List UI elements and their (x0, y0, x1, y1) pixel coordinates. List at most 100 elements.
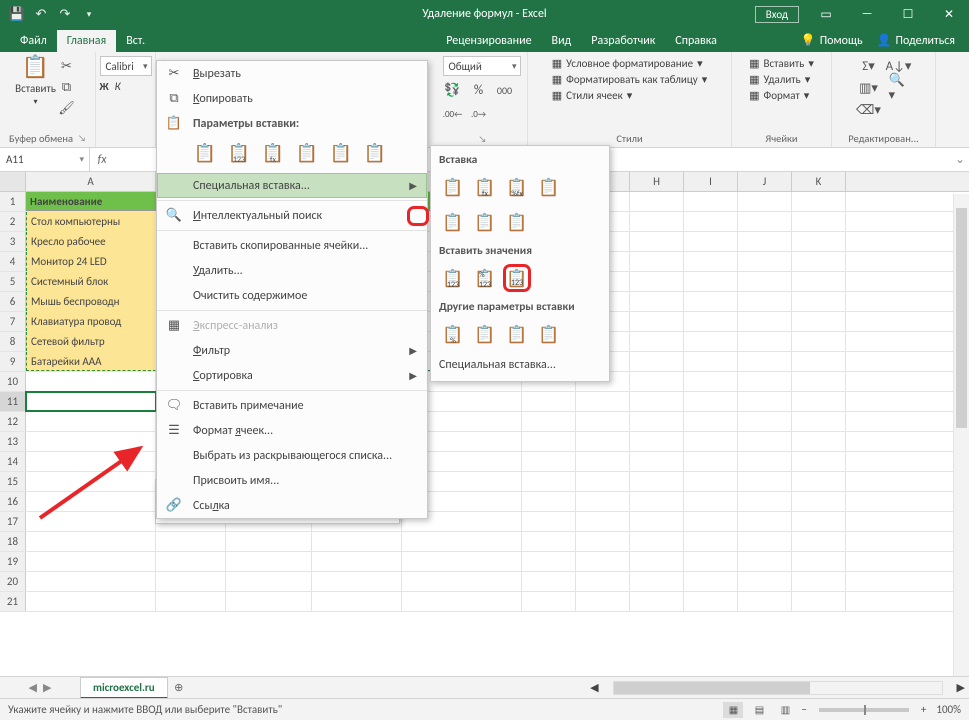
paste-transpose-icon[interactable]: 📋 (503, 208, 531, 236)
cell[interactable] (630, 252, 684, 271)
col-header[interactable]: J (738, 172, 792, 191)
tab-help[interactable]: Справка (665, 30, 727, 52)
row-header[interactable]: 4 (0, 252, 26, 271)
save-icon[interactable]: 💾 (6, 3, 28, 25)
paste-formatting-icon[interactable]: 📋% (439, 320, 467, 348)
view-pagebreak-icon[interactable]: ▥ (775, 702, 795, 718)
paste-button[interactable]: 📋Вставить▾ (19, 56, 53, 108)
fx-icon[interactable]: fx (90, 153, 114, 167)
row-header[interactable]: 12 (0, 412, 26, 431)
cell[interactable] (792, 212, 846, 231)
row-header[interactable]: 15 (0, 472, 26, 491)
cell[interactable] (630, 412, 684, 431)
conditional-formatting-button[interactable]: ▦ Условное форматирование ▾ (548, 56, 707, 71)
tab-insert[interactable]: Вст... (116, 30, 146, 52)
col-header[interactable]: H (630, 172, 684, 191)
cell[interactable] (312, 532, 402, 551)
cell[interactable] (684, 472, 738, 491)
zoom-level[interactable]: 100% (936, 703, 961, 716)
cell[interactable] (738, 232, 792, 251)
row-header[interactable]: 16 (0, 492, 26, 511)
cell[interactable] (630, 472, 684, 491)
format-painter-icon[interactable]: 🖌 (57, 98, 77, 118)
row-header[interactable]: 17 (0, 512, 26, 531)
cell[interactable] (738, 192, 792, 211)
cell[interactable] (26, 592, 156, 611)
number-format-select[interactable]: Общий (443, 56, 521, 76)
clear-icon[interactable]: ⌫▾ (859, 100, 879, 120)
cell[interactable] (522, 552, 576, 571)
cell[interactable] (738, 452, 792, 471)
cell[interactable] (792, 572, 846, 591)
paste-values-icon[interactable]: 📋123 (225, 139, 253, 167)
cell[interactable] (684, 512, 738, 531)
paste-source-fmt-icon[interactable]: 📋 (535, 173, 563, 201)
cell[interactable] (26, 532, 156, 551)
cell[interactable] (576, 512, 630, 531)
cell[interactable] (522, 452, 576, 471)
cell[interactable]: Мышь беспроводн (26, 292, 156, 311)
cell[interactable] (738, 352, 792, 371)
cell[interactable] (738, 492, 792, 511)
cell[interactable] (312, 572, 402, 591)
cell[interactable] (522, 412, 576, 431)
cell[interactable] (792, 432, 846, 451)
submenu-paste-special-link[interactable]: Специальная вставка... (431, 353, 609, 377)
tab-home[interactable]: Главная (57, 30, 116, 52)
cell[interactable]: Клавиатура провод (26, 312, 156, 331)
row-header[interactable]: 3 (0, 232, 26, 251)
cell[interactable] (576, 472, 630, 491)
cell[interactable] (522, 492, 576, 511)
cell[interactable] (576, 492, 630, 511)
cell[interactable] (312, 592, 402, 611)
font-name-select[interactable]: Calibri (100, 56, 152, 76)
cell[interactable] (792, 292, 846, 311)
cell[interactable] (792, 312, 846, 331)
cut-icon[interactable]: ✂ (57, 56, 77, 76)
cell[interactable] (630, 352, 684, 371)
cell[interactable] (792, 592, 846, 611)
paste-formulas-icon[interactable]: 📋fx (471, 173, 499, 201)
zoom-out-icon[interactable]: − (801, 703, 806, 716)
cell[interactable] (26, 372, 156, 391)
paste-transpose-icon[interactable]: 📋 (293, 139, 321, 167)
paste-formatting-icon[interactable]: 📋 (327, 139, 355, 167)
cell[interactable] (684, 392, 738, 411)
cell[interactable] (684, 192, 738, 211)
cell[interactable] (630, 512, 684, 531)
cell[interactable] (26, 392, 156, 411)
tab-developer[interactable]: Разработчик (581, 30, 665, 52)
zoom-in-icon[interactable]: + (921, 703, 926, 716)
cell[interactable] (792, 352, 846, 371)
add-sheet-icon[interactable]: ⊕ (168, 680, 190, 695)
cell[interactable] (576, 392, 630, 411)
cell[interactable] (630, 432, 684, 451)
cell[interactable] (738, 592, 792, 611)
cell[interactable] (684, 572, 738, 591)
cell[interactable] (792, 412, 846, 431)
number-launcher-icon[interactable]: ↘ (477, 134, 487, 145)
scroll-thumb[interactable] (956, 208, 967, 428)
cell[interactable] (630, 312, 684, 331)
menu-smart-lookup[interactable]: 🔍Интеллектуальный поиск (157, 203, 427, 228)
cell[interactable]: Монитор 24 LED (26, 252, 156, 271)
cell[interactable] (684, 272, 738, 291)
tab-review[interactable]: Рецензирование (436, 30, 541, 52)
cell[interactable] (630, 192, 684, 211)
delete-cells-button[interactable]: ▦ Удалить ▾ (745, 72, 814, 87)
cell[interactable] (684, 492, 738, 511)
view-normal-icon[interactable]: ▦ (723, 702, 743, 718)
dec-decimal-icon[interactable]: .0→ (469, 104, 489, 124)
cell[interactable] (684, 432, 738, 451)
cell[interactable] (630, 532, 684, 551)
hscroll-thumb[interactable] (614, 682, 811, 694)
row-header[interactable]: 11 (0, 392, 26, 411)
cell[interactable] (522, 572, 576, 591)
autosum-icon[interactable]: Σ▾ (859, 56, 879, 76)
cell[interactable] (26, 572, 156, 591)
row-header[interactable]: 18 (0, 532, 26, 551)
format-cells-button[interactable]: ▦ Формат ▾ (745, 88, 813, 103)
cell[interactable] (226, 552, 312, 571)
cell[interactable] (738, 312, 792, 331)
paste-link-icon[interactable]: 📋 (471, 320, 499, 348)
